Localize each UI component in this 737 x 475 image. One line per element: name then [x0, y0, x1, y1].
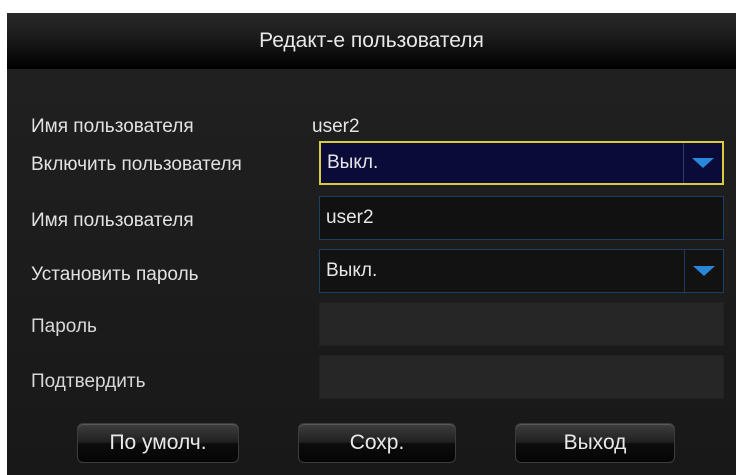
confirm-label: Подтвердить — [31, 371, 146, 392]
default-button[interactable]: По умолч. — [77, 423, 239, 463]
user-name-input-value: user2 — [326, 207, 374, 228]
enable-user-dropdown-button[interactable] — [683, 143, 722, 183]
set-password-dropdown-button[interactable] — [684, 250, 723, 292]
user-name-input[interactable]: user2 — [319, 196, 724, 240]
chevron-down-icon — [692, 158, 714, 168]
chevron-down-icon — [693, 266, 715, 276]
enable-user-select-value: Выкл. — [327, 152, 379, 173]
enable-user-select[interactable]: Выкл. — [319, 141, 724, 185]
set-password-select[interactable]: Выкл. — [319, 249, 724, 293]
username-value: user2 — [312, 116, 360, 137]
username-label: Имя пользователя — [31, 116, 194, 137]
enable-user-label: Включить пользователя — [31, 154, 242, 175]
user-name-label: Имя пользователя — [31, 210, 194, 231]
set-password-label: Установить пароль — [31, 264, 199, 285]
edit-user-dialog: Редакт-е пользователя Имя пользователя u… — [7, 13, 736, 475]
dialog-title: Редакт-е пользователя — [259, 29, 484, 52]
dialog-titlebar: Редакт-е пользователя — [7, 13, 736, 69]
password-input — [319, 302, 724, 346]
confirm-input — [319, 355, 724, 399]
password-label: Пароль — [31, 316, 97, 337]
set-password-select-value: Выкл. — [326, 260, 378, 281]
save-button[interactable]: Сохр. — [298, 423, 456, 463]
exit-button[interactable]: Выход — [515, 423, 675, 463]
